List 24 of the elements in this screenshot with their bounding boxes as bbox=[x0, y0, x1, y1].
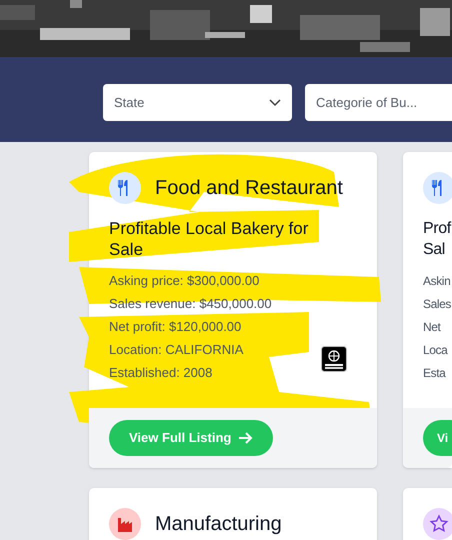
chevron-down-icon bbox=[269, 98, 281, 106]
arrow-right-icon bbox=[239, 432, 254, 444]
listing-title: Sale bbox=[109, 239, 144, 260]
listing-title: Profitable Local Bakery for bbox=[109, 218, 308, 239]
listing-detail: Esta bbox=[423, 365, 446, 382]
listing-detail: Established: 2008 bbox=[109, 364, 212, 382]
listing-detail: Loca bbox=[423, 342, 448, 359]
listing-detail: Asking price: $300,000.00 bbox=[109, 272, 260, 290]
listing-detail: Net bbox=[423, 319, 440, 336]
category-field[interactable]: Categorie of Bu... bbox=[305, 84, 452, 121]
state-dropdown[interactable]: State bbox=[103, 84, 292, 121]
category-title: Manufacturing bbox=[155, 512, 282, 537]
fork-knife-icon bbox=[109, 172, 141, 204]
listing-title: Prof bbox=[423, 219, 451, 239]
listing-title: Sal bbox=[423, 240, 445, 260]
fork-knife-icon bbox=[423, 172, 452, 204]
view-listing-button[interactable]: Vi bbox=[423, 420, 452, 456]
star-icon bbox=[423, 508, 452, 540]
listing-detail: Location: CALIFORNIA bbox=[109, 341, 244, 359]
listing-detail: Net profit: $120,000.00 bbox=[109, 318, 242, 336]
listing-detail: Sales bbox=[423, 296, 452, 313]
listing-detail: Askin bbox=[423, 273, 450, 290]
factory-icon bbox=[109, 508, 141, 540]
view-listing-button[interactable]: View Full Listing bbox=[109, 420, 274, 456]
